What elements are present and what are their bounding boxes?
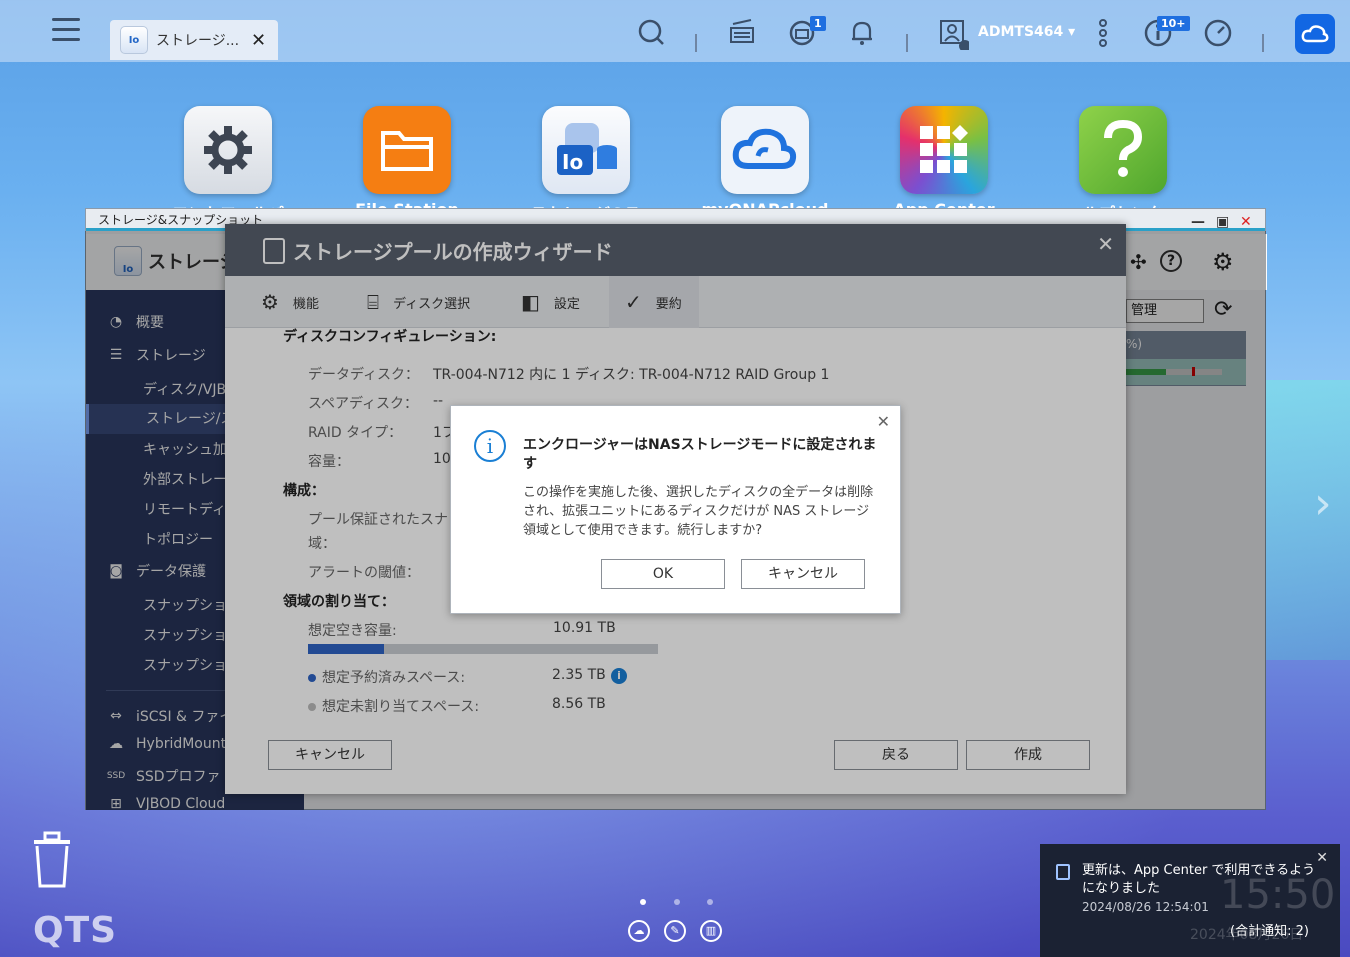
notification-text: 更新は、App Center で利用できるようになりました <box>1082 863 1316 896</box>
window-close-icon[interactable]: ✕ <box>1240 211 1252 233</box>
separator <box>695 34 697 52</box>
top-bar: Io ストレージ... ✕ 1 ADMTS464 ▾ 10+ <box>0 0 1350 62</box>
bell-icon[interactable] <box>847 18 877 48</box>
cloud-dock-icon[interactable]: ☁ <box>628 920 650 942</box>
main-menu-icon[interactable] <box>52 18 80 46</box>
page-dot-1[interactable] <box>640 899 646 905</box>
taskbar-tab-label: ストレージ... <box>156 33 240 49</box>
user-icon[interactable] <box>939 18 971 52</box>
info-icon: i <box>474 430 506 462</box>
info-badge: 10+ <box>1157 16 1190 31</box>
ok-button[interactable]: OK <box>601 559 725 589</box>
page-dot-2[interactable] <box>674 899 680 905</box>
dialog-close-icon[interactable]: ✕ <box>877 412 890 431</box>
confirm-dialog: ✕ i エンクロージャーはNASストレージモードに設定されます この操作を実施し… <box>450 405 901 614</box>
sync-badge: 1 <box>810 16 826 31</box>
file-station-app-icon[interactable] <box>363 106 451 194</box>
myqnapcloud-app-icon[interactable] <box>721 106 809 194</box>
dialog-cancel-button[interactable]: キャンセル <box>741 559 865 589</box>
storage-app-icon: Io <box>120 26 148 54</box>
page-dot-3[interactable] <box>707 899 713 905</box>
maximize-icon[interactable]: ▣ <box>1216 211 1229 233</box>
control-panel-app-icon[interactable] <box>184 106 272 194</box>
trash-icon[interactable] <box>30 830 74 888</box>
notification-total: (合計通知: 2) <box>1230 924 1309 939</box>
dialog-title: エンクロージャーはNASストレージモードに設定されます <box>523 437 877 472</box>
dialog-message: この操作を実施した後、選択したディスクの全データは削除され、拡張ユニットにあるデ… <box>523 485 874 538</box>
svg-text:Io: Io <box>562 150 583 174</box>
tools-dock-icon[interactable]: ✎ <box>664 920 686 942</box>
storage-snapshots-app-icon[interactable]: Io <box>542 106 630 194</box>
notification-time: 2024/08/26 12:54:01 <box>1082 900 1209 914</box>
help-center-icon[interactable] <box>1079 106 1167 194</box>
separator <box>906 34 908 52</box>
background-task-icon[interactable] <box>727 18 757 48</box>
apps-dock-icon[interactable]: ▥ <box>700 920 722 942</box>
notification-toast[interactable]: 15:50 2024年08月26日 更新は、App Center で利用できるよ… <box>1040 844 1340 957</box>
qts-logo: QTS <box>33 910 118 951</box>
app-center-icon[interactable] <box>900 106 988 194</box>
notification-icon <box>1056 864 1070 880</box>
dashboard-gauge-icon[interactable] <box>1203 18 1233 48</box>
taskbar-tab-storage[interactable]: Io ストレージ... ✕ <box>110 20 278 60</box>
myqnapcloud-icon[interactable] <box>1295 14 1335 54</box>
minimize-icon[interactable]: — <box>1191 211 1205 233</box>
next-page-chevron-icon[interactable]: › <box>1314 478 1332 529</box>
search-icon[interactable] <box>636 18 666 48</box>
user-name[interactable]: ADMTS464 ▾ <box>978 24 1075 40</box>
separator <box>1262 34 1264 52</box>
more-vertical-icon[interactable] <box>1088 18 1118 48</box>
close-icon[interactable]: ✕ <box>251 30 266 51</box>
notification-close-icon[interactable]: ✕ <box>1316 850 1328 866</box>
